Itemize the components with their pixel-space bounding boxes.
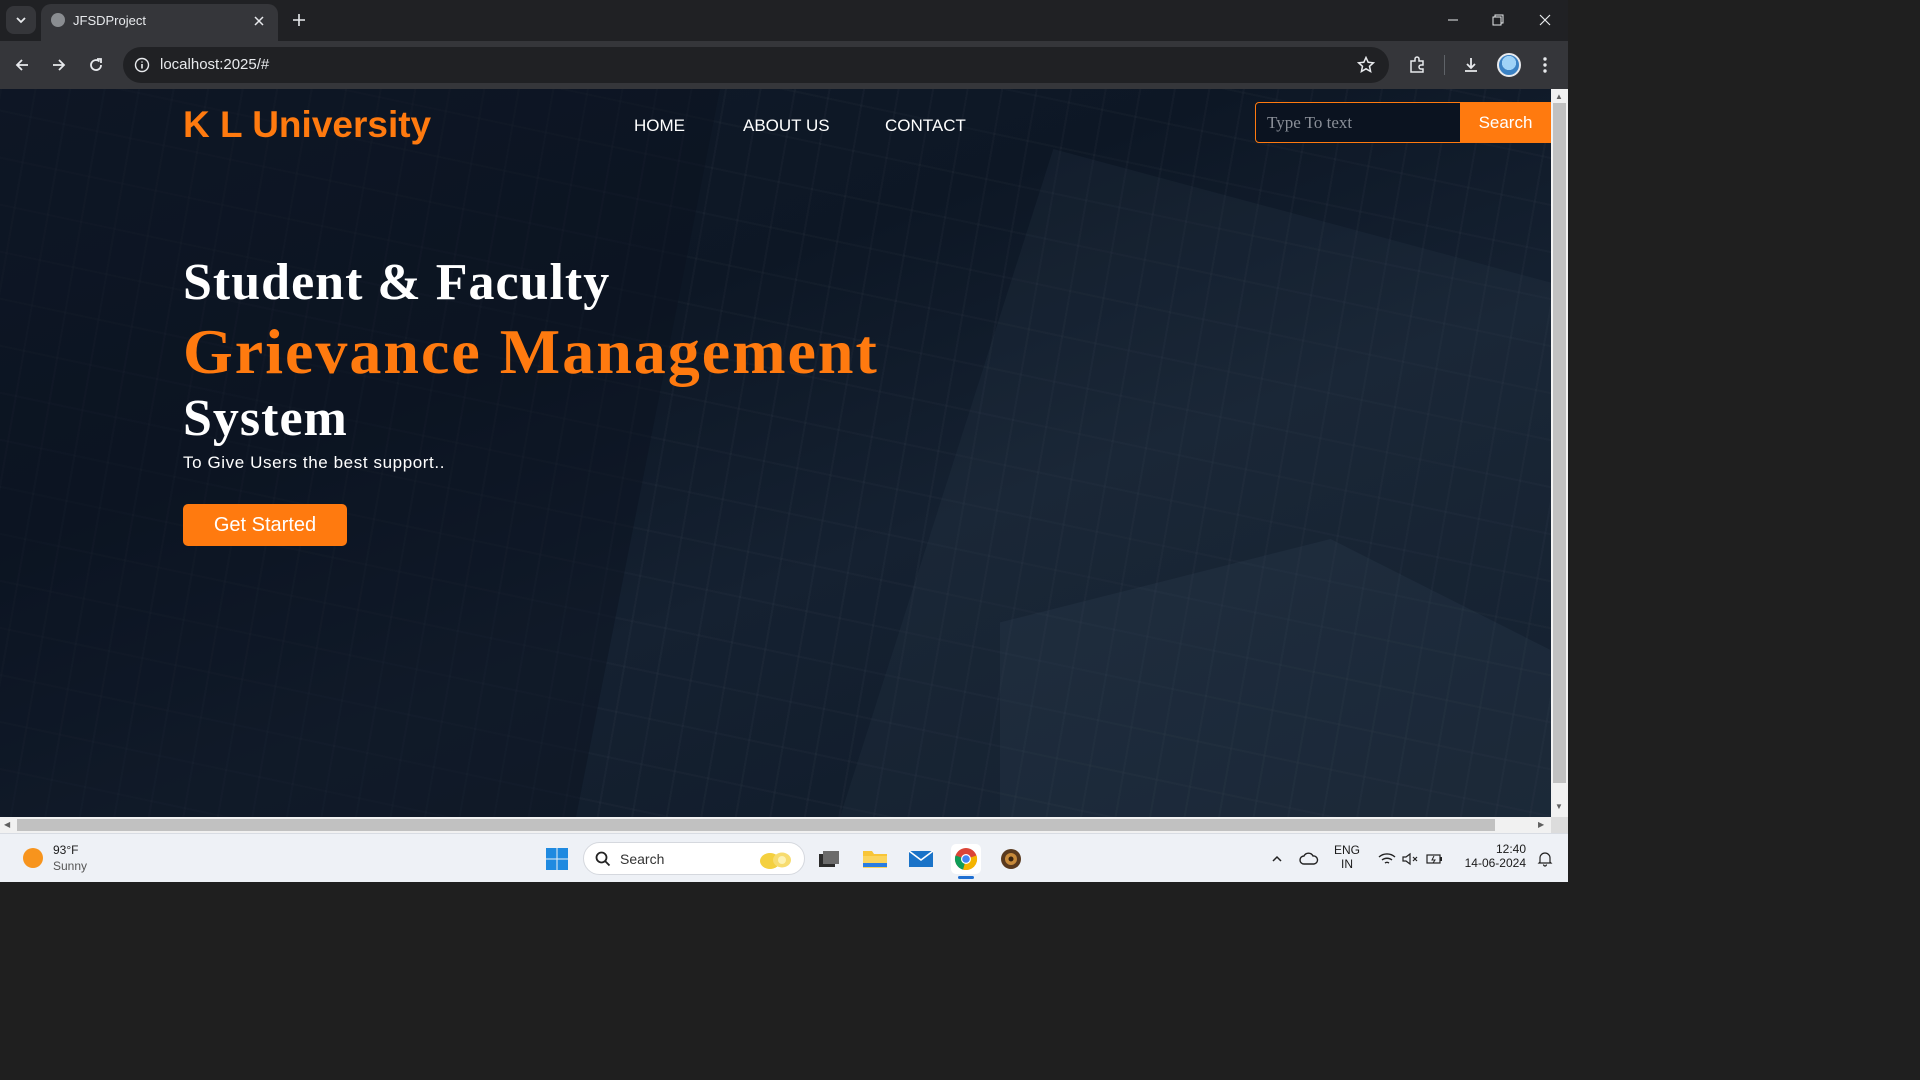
scroll-right-arrow-icon[interactable]: ▶ bbox=[1538, 820, 1544, 829]
new-tab-button[interactable] bbox=[288, 8, 310, 32]
task-view-icon bbox=[819, 851, 839, 867]
chrome-icon bbox=[954, 848, 978, 871]
sun-icon bbox=[23, 848, 43, 868]
browser-menu-button[interactable] bbox=[1531, 51, 1559, 79]
taskbar-search-label: Search bbox=[620, 851, 665, 867]
show-hidden-icons-button[interactable] bbox=[1262, 844, 1292, 874]
reload-button[interactable] bbox=[82, 51, 110, 79]
hero-heading-line1: Student & Faculty bbox=[183, 254, 611, 311]
forward-button[interactable] bbox=[45, 51, 73, 79]
minimize-button[interactable] bbox=[1430, 0, 1476, 40]
get-started-button[interactable]: Get Started bbox=[183, 504, 347, 546]
horizontal-scrollbar[interactable]: ◀ ▶ bbox=[0, 817, 1551, 833]
mail-icon bbox=[908, 850, 934, 867]
extensions-button[interactable] bbox=[1403, 51, 1431, 79]
site-logo[interactable]: K L University bbox=[183, 104, 431, 146]
tab-strip: JFSDProject bbox=[0, 0, 1568, 41]
toolbar-divider bbox=[1444, 55, 1445, 75]
restore-icon bbox=[1492, 14, 1504, 26]
quick-settings-button[interactable] bbox=[1372, 844, 1450, 874]
bell-icon bbox=[1537, 852, 1553, 867]
plus-icon bbox=[293, 14, 305, 26]
chevron-up-icon bbox=[1272, 855, 1282, 862]
tab-search-button[interactable] bbox=[6, 6, 36, 34]
file-explorer-button[interactable] bbox=[860, 844, 890, 874]
search-input[interactable] bbox=[1255, 102, 1461, 143]
more-vertical-icon bbox=[1543, 57, 1547, 73]
hero-heading-line2: Grievance Management bbox=[183, 316, 879, 387]
browser-tab[interactable]: JFSDProject bbox=[41, 4, 278, 41]
os-taskbar: 93°F Sunny Search ENG IN 12:40 14-06-202… bbox=[0, 833, 1568, 882]
notifications-button[interactable] bbox=[1530, 844, 1560, 874]
arrow-left-icon bbox=[15, 59, 28, 71]
tab-title: JFSDProject bbox=[73, 13, 146, 28]
lemon-icon bbox=[760, 852, 791, 869]
nav-contact-link[interactable]: CONTACT bbox=[885, 116, 966, 136]
windows-logo-icon bbox=[546, 848, 568, 870]
language-code: ENG bbox=[1334, 843, 1361, 857]
folder-icon bbox=[863, 851, 887, 868]
hero-tagline: To Give Users the best support.. bbox=[183, 453, 446, 472]
back-button[interactable] bbox=[8, 51, 36, 79]
scrollbar-corner bbox=[1551, 817, 1568, 833]
arrow-right-icon bbox=[53, 59, 66, 71]
nav-home-link[interactable]: HOME bbox=[634, 116, 685, 136]
search-button[interactable]: Search bbox=[1460, 102, 1551, 143]
chevron-down-icon bbox=[16, 17, 26, 24]
hero-heading-line3: System bbox=[183, 390, 348, 447]
puzzle-icon bbox=[1410, 56, 1424, 73]
language-region: IN bbox=[1341, 857, 1353, 871]
browser-toolbar: localhost:2025/# bbox=[0, 41, 1568, 89]
speaker-muted-icon bbox=[1402, 852, 1418, 866]
reload-icon bbox=[90, 58, 102, 71]
url-text: localhost:2025/# bbox=[160, 56, 270, 73]
download-icon bbox=[1465, 58, 1477, 72]
downloads-button[interactable] bbox=[1457, 51, 1485, 79]
battery-icon bbox=[1426, 854, 1442, 864]
site-info-icon[interactable] bbox=[132, 55, 152, 75]
active-app-indicator bbox=[958, 876, 974, 879]
taskbar-search-box[interactable]: Search bbox=[583, 842, 805, 875]
address-bar[interactable]: localhost:2025/# bbox=[123, 47, 1389, 83]
mail-button[interactable] bbox=[906, 844, 936, 874]
close-window-button[interactable] bbox=[1522, 0, 1568, 40]
minimize-icon bbox=[1448, 19, 1458, 21]
search-icon bbox=[595, 851, 611, 867]
clock-time: 12:40 bbox=[1495, 842, 1526, 856]
close-icon bbox=[254, 16, 264, 26]
clock[interactable]: 12:40 14-06-2024 bbox=[1458, 842, 1526, 870]
horizontal-scroll-thumb[interactable] bbox=[17, 819, 1495, 831]
vertical-scrollbar[interactable]: ▲ ▼ bbox=[1551, 89, 1568, 817]
cloud-icon bbox=[1299, 852, 1319, 865]
scroll-down-arrow-icon[interactable]: ▼ bbox=[1555, 802, 1563, 811]
task-view-button[interactable] bbox=[814, 844, 844, 874]
page-viewport: K L University HOME ABOUT US CONTACT Sea… bbox=[0, 89, 1551, 817]
weather-temperature: 93°F bbox=[53, 843, 79, 857]
close-icon bbox=[1539, 14, 1551, 26]
scroll-left-arrow-icon[interactable]: ◀ bbox=[4, 820, 10, 829]
chrome-taskbar-button[interactable] bbox=[951, 844, 981, 879]
start-button[interactable] bbox=[542, 844, 572, 874]
restore-button[interactable] bbox=[1475, 0, 1521, 40]
close-tab-button[interactable] bbox=[248, 10, 270, 32]
onedrive-button[interactable] bbox=[1294, 844, 1324, 874]
nav-about-link[interactable]: ABOUT US bbox=[743, 116, 830, 136]
clock-date: 14-06-2024 bbox=[1464, 856, 1526, 870]
app-emblem-icon bbox=[1001, 849, 1021, 869]
scroll-up-arrow-icon[interactable]: ▲ bbox=[1555, 92, 1563, 101]
wifi-icon bbox=[1378, 853, 1396, 864]
weather-condition: Sunny bbox=[53, 859, 88, 873]
profile-avatar[interactable] bbox=[1497, 53, 1521, 77]
vertical-scroll-thumb[interactable] bbox=[1553, 103, 1566, 783]
bookmark-star-icon[interactable] bbox=[1355, 54, 1377, 76]
globe-icon bbox=[51, 13, 65, 27]
app-button[interactable] bbox=[996, 844, 1026, 874]
language-indicator[interactable]: ENG IN bbox=[1334, 843, 1360, 871]
